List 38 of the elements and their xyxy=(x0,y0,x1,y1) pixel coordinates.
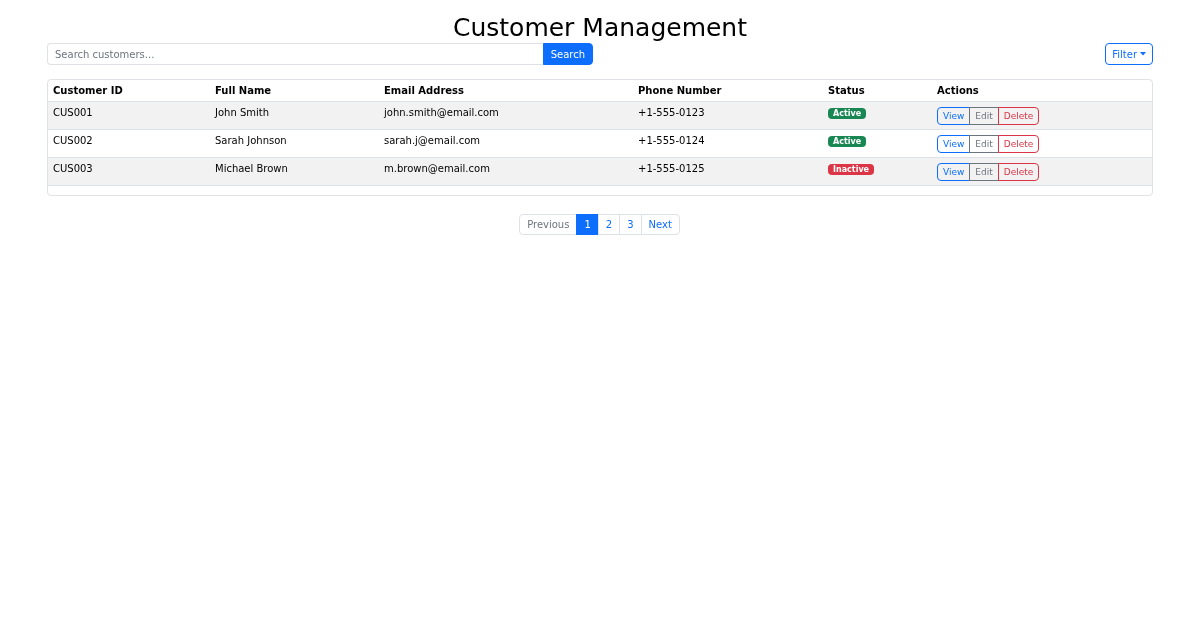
name-cell: Sarah Johnson xyxy=(215,135,287,146)
search-field[interactable]: Search customers... xyxy=(47,43,543,65)
customer-id-cell: CUS002 xyxy=(53,135,93,146)
status-badge: Active xyxy=(828,108,867,119)
name-cell: Michael Brown xyxy=(215,163,288,174)
view-button[interactable]: View xyxy=(937,163,971,181)
page-title: Customer Management xyxy=(451,12,749,43)
phone-cell: +1-555-0125 xyxy=(638,163,705,174)
status-badge: Inactive xyxy=(828,164,875,175)
delete-button[interactable]: Delete xyxy=(997,163,1040,181)
status-badge: Active xyxy=(828,136,867,147)
filter-dropdown[interactable]: Filter xyxy=(1105,43,1153,65)
email-cell: john.smith@email.com xyxy=(384,107,499,118)
view-button[interactable]: View xyxy=(937,107,971,125)
phone-cell: +1-555-0123 xyxy=(638,107,705,118)
view-button[interactable]: View xyxy=(937,135,971,153)
search-button[interactable]: Search xyxy=(542,43,593,65)
delete-button[interactable]: Delete xyxy=(997,107,1040,125)
customer-id-cell: CUS001 xyxy=(53,107,93,118)
phone-cell: +1-555-0124 xyxy=(638,135,705,146)
email-cell: sarah.j@email.com xyxy=(384,135,480,146)
column-header: Phone Number xyxy=(633,80,823,102)
name-cell: John Smith xyxy=(215,107,270,118)
column-header: Email Address xyxy=(379,80,633,102)
next-page-button[interactable]: Next xyxy=(640,214,680,235)
page-number-button[interactable]: 1 xyxy=(576,214,599,235)
caret-icon xyxy=(1140,52,1146,56)
edit-button[interactable]: Edit xyxy=(969,163,999,181)
delete-button[interactable]: Delete xyxy=(997,135,1040,153)
column-header: Customer ID xyxy=(48,80,210,102)
edit-button[interactable]: Edit xyxy=(969,135,999,153)
email-cell: m.brown@email.com xyxy=(384,163,490,174)
column-header: Actions xyxy=(932,80,1152,102)
customer-id-cell: CUS003 xyxy=(53,163,93,174)
edit-button[interactable]: Edit xyxy=(969,107,999,125)
column-header: Status xyxy=(823,80,932,102)
column-header: Full Name xyxy=(210,80,379,102)
page-number-button[interactable]: 3 xyxy=(619,214,642,235)
